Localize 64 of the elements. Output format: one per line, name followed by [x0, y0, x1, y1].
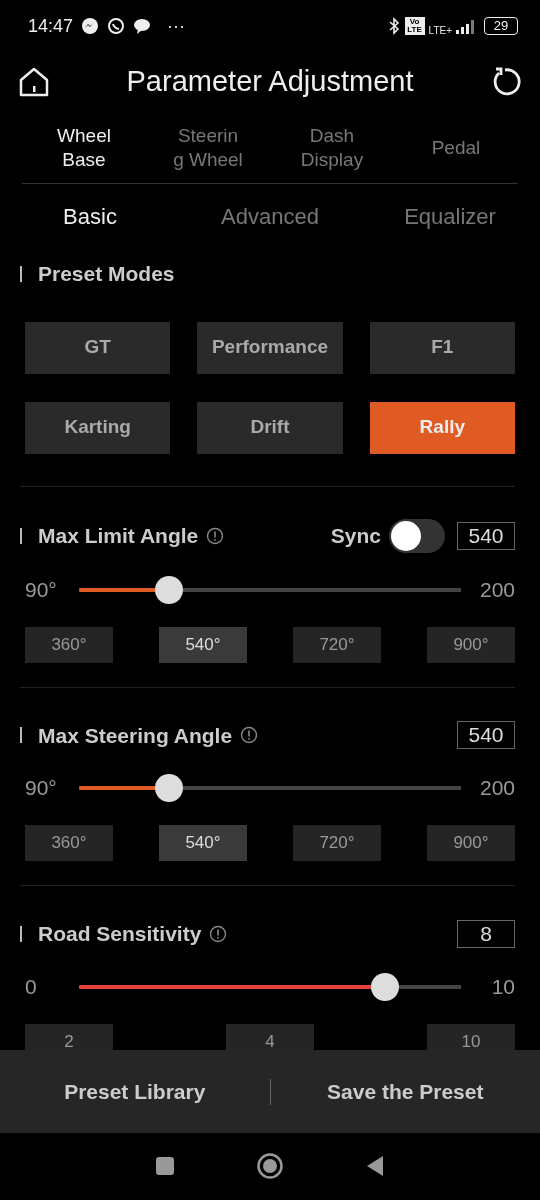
status-time: 14:47 [28, 14, 74, 38]
info-icon [240, 726, 259, 745]
battery-level: 29 [484, 17, 518, 35]
section-marker [20, 727, 22, 744]
chat-bubble-icon [133, 17, 152, 35]
preset-value-chip[interactable]: 2 [25, 1023, 113, 1050]
section-marker [20, 265, 22, 282]
bottom-action-button[interactable]: Preset Library [0, 1074, 270, 1109]
slider-thumb[interactable] [154, 575, 183, 604]
bottom-action-button[interactable]: Save the Preset [270, 1074, 540, 1109]
slider-thumb[interactable] [370, 972, 399, 1001]
preset-value-chip[interactable]: 900° [427, 825, 515, 861]
slider-max-label: 10 [490, 973, 515, 1000]
preset-value-chip[interactable]: 360° [25, 626, 113, 663]
device-tab[interactable]: Steerin g Wheel [146, 123, 270, 172]
section-marker [20, 925, 22, 942]
preset-value-chip[interactable]: 10 [427, 1023, 515, 1050]
preset-mode-button[interactable]: Karting [25, 401, 171, 454]
volte-label: Vo LTE [404, 17, 425, 35]
home-nav-icon[interactable] [257, 1152, 283, 1179]
preset-value-chip[interactable]: 540° [159, 626, 247, 663]
back-icon[interactable] [365, 1154, 385, 1177]
page-title: Parameter Adjustment [126, 64, 414, 100]
preset-value-chip[interactable]: 360° [25, 825, 113, 861]
preset-value-chip[interactable]: 4 [226, 1023, 314, 1050]
preset-value-chip[interactable]: 720° [293, 825, 381, 861]
slider-max-label: 200 [478, 576, 515, 603]
section-title: Preset Modes [38, 261, 175, 287]
more-indicator: ··· [167, 14, 186, 38]
info-icon [206, 526, 225, 545]
section-title: Road Sensitivity [38, 921, 202, 947]
home-icon [18, 66, 50, 98]
info-icon [209, 924, 228, 943]
preset-value-chip[interactable]: 900° [427, 626, 515, 663]
sync-label: Sync [330, 522, 381, 549]
slider-min-label: 90° [25, 775, 58, 802]
device-tab[interactable]: Dash Display [270, 123, 394, 172]
settings-tab[interactable]: Advanced [180, 198, 360, 234]
section-title: Max Limit Angle [38, 522, 199, 549]
preset-mode-button[interactable]: Drift [197, 401, 343, 454]
home-button[interactable] [18, 66, 50, 98]
slider-max-label: 200 [478, 775, 515, 802]
device-tab[interactable]: Wheel Base [22, 123, 146, 172]
network-label: LTE+ [428, 23, 452, 38]
value-field[interactable]: 540 [457, 521, 515, 550]
value-field[interactable]: 8 [457, 919, 515, 948]
value-field[interactable]: 540 [457, 721, 515, 750]
sync-toggle[interactable] [389, 518, 445, 553]
section-marker [20, 527, 22, 544]
preset-mode-button[interactable]: Performance [197, 321, 343, 374]
device-tab[interactable]: Pedal [394, 135, 518, 160]
preset-mode-button[interactable]: F1 [369, 321, 515, 374]
preset-value-chip[interactable]: 540° [159, 825, 247, 861]
preset-mode-button[interactable]: Rally [369, 401, 515, 454]
slider-thumb[interactable] [154, 774, 183, 802]
preset-mode-button[interactable]: GT [25, 321, 171, 374]
section-title: Max Steering Angle [38, 722, 233, 749]
preset-value-chip[interactable]: 720° [293, 626, 381, 663]
settings-tab[interactable]: Basic [0, 198, 180, 234]
slider-min-label: 0 [25, 973, 38, 1000]
signal-icon [456, 18, 474, 34]
slider-min-label: 90° [25, 576, 58, 603]
settings-tab[interactable]: Equalizer [360, 198, 540, 234]
recent-apps-icon[interactable] [155, 1155, 175, 1176]
